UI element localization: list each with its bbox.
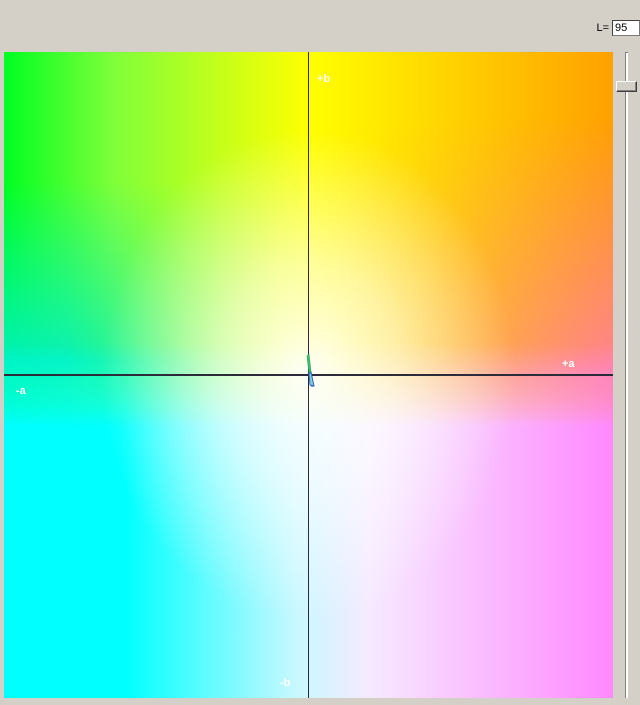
axis-label-minus-a: -a <box>16 385 26 397</box>
lightness-control: L= <box>596 20 640 36</box>
axis-label-minus-b: -b <box>280 677 291 689</box>
color-point-marker-icon[interactable] <box>300 350 320 390</box>
lab-color-viewer: L= +b +a -a -b <box>0 0 640 705</box>
lightness-input[interactable] <box>612 20 640 36</box>
axis-label-plus-b: +b <box>317 73 331 85</box>
axis-label-plus-a: +a <box>562 358 575 370</box>
toolbar-area: L= <box>0 0 640 52</box>
lightness-label: L= <box>596 22 609 34</box>
slider-thumb[interactable] <box>616 81 637 92</box>
ab-color-plane[interactable]: +b +a -a -b <box>4 52 613 698</box>
slider-track[interactable] <box>625 52 628 698</box>
lightness-slider[interactable] <box>616 52 640 698</box>
